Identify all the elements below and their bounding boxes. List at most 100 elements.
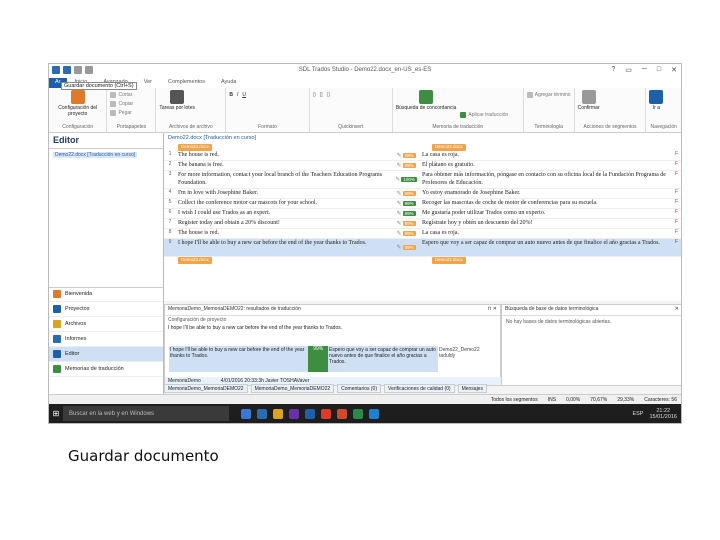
segment-row[interactable]: 8 The house is red. ✎ 99% La casa es roja. F [164, 229, 681, 239]
maximize-icon[interactable]: □ [657, 66, 661, 74]
add-term-button[interactable]: Agregar término [526, 90, 571, 99]
system-tray: ESP 21:22 15/01/2016 [632, 408, 681, 420]
bold-button[interactable]: B [229, 90, 233, 99]
close-icon[interactable]: ✕ [671, 66, 677, 74]
nav-item-editor[interactable]: Editor [49, 347, 163, 362]
document-tab[interactable]: Demo22.docx [Traducción en curso] [168, 135, 256, 141]
segment-flag: F [675, 171, 679, 177]
confirm-label: Confirmar [577, 105, 600, 111]
project-settings-label: Configuración del proyecto [58, 105, 98, 117]
ribbon-group-memoria: Búsqueda de concordancia Aplicar traducc… [393, 88, 524, 132]
stat-2: 70,67% [590, 396, 608, 403]
ribbon-group-configuracion: Configuración del proyecto Configuración [49, 88, 108, 132]
paste-button[interactable]: Pegar [110, 108, 132, 117]
segment-row[interactable]: 9 I hope I'll be able to buy a new car be… [164, 239, 681, 257]
match-badge: 99% [402, 245, 416, 250]
taskbar-app-icon[interactable] [257, 408, 267, 419]
insert-mode: INS [547, 396, 557, 403]
tab-tm-fragment[interactable]: MemoriaDemo_MemoriaDEMO22 [250, 384, 335, 393]
language-indicator[interactable]: ESP [632, 411, 643, 417]
confirm-button[interactable]: Confirmar [578, 90, 600, 111]
italic-button[interactable]: I [237, 90, 238, 99]
segment-target[interactable]: Espero que voy a ser capaz de comprar un… [420, 239, 675, 256]
ribbon-group-portapapeles: Cortar Copiar Pegar Portapapeles [107, 88, 157, 132]
group-label: Archivos de archivo [169, 124, 213, 130]
pencil-icon: ✎ [396, 221, 402, 227]
segment-row[interactable]: 4 I'm in love with Josephine Baker. ✎ 99% Yo… [164, 189, 681, 199]
close-icon[interactable]: ✕ [675, 306, 679, 314]
taskbar-app-icon[interactable] [305, 408, 315, 419]
segment-target[interactable]: Recoger las mascotas de coche de motor d… [420, 199, 675, 208]
segment-row[interactable]: 5 Collect the conference motor car mascot… [164, 199, 681, 209]
help-icon[interactable]: ? [611, 66, 615, 74]
match-badge: 99% [402, 201, 416, 206]
tab-complementos[interactable]: Complementos [160, 78, 213, 88]
apply-translation-button[interactable]: Aplicar traducción [460, 110, 508, 119]
cut-button[interactable]: Cortar [110, 90, 132, 99]
segment-target[interactable]: Para obtener más información, póngase en… [420, 171, 675, 188]
segment-target[interactable]: Me gustaría poder utilizar Trados como u… [420, 209, 675, 218]
minimize-icon[interactable]: ─ [642, 66, 647, 74]
taskbar-app-icon[interactable] [241, 408, 251, 419]
taskbar-app-icon[interactable] [273, 408, 283, 419]
segment-target[interactable]: El plátano es gratuito. [420, 161, 675, 170]
termbase-message: No hay bases de datos terminológicas abi… [506, 319, 612, 325]
tab-tm-results[interactable]: MemoriaDemo_MemoriaDEMO22 [164, 384, 248, 393]
tab-ver[interactable]: Ver [136, 78, 160, 88]
segment-number: 9 [168, 239, 172, 245]
tab-comments[interactable]: Comentarios (0) [337, 384, 382, 393]
segment-flag: F [675, 161, 679, 167]
taskbar-search[interactable]: Buscar en la web y en Windows [63, 406, 229, 421]
nav-item-bienvenida[interactable]: Bienvenida [49, 287, 163, 302]
config-link[interactable]: Configuración de proyecto [165, 316, 500, 324]
pin-icon[interactable]: ⊓ ✕ [488, 306, 497, 314]
segment-target[interactable]: Regístrate hoy y obtén un descuento del … [420, 219, 675, 228]
ribbon-group-navegacion: Ir a Navegación [646, 88, 681, 132]
project-settings-button[interactable]: Configuración del proyecto [52, 90, 103, 117]
match-badge: 99% [402, 221, 416, 226]
nav-label: Informes [65, 336, 87, 342]
nav-item-archivos[interactable]: Archivos [49, 317, 163, 332]
copy-button[interactable]: Copiar [110, 99, 133, 108]
taskbar-app-icon[interactable] [321, 408, 331, 419]
quickinsert-braces-button[interactable]: {} [327, 90, 330, 99]
tm-hit-row[interactable]: I hope I'll be able to buy a new car bef… [169, 346, 494, 372]
tab-messages[interactable]: Mensajes [457, 384, 487, 393]
taskbar-app-icon[interactable] [337, 408, 347, 419]
segment-row[interactable]: 3 For more information, contact your loca… [164, 171, 681, 189]
segment-row[interactable]: 1 The house is red. ✎ 99% La casa es roja. F [164, 151, 681, 161]
tab-qa[interactable]: Verificaciones de calidad (0) [384, 384, 455, 393]
tree-item-document[interactable]: Demo22.docx [Traducción en curso] [53, 152, 138, 158]
taskbar-app-icon[interactable] [353, 408, 363, 419]
segment-number: 2 [168, 161, 172, 167]
segment-source: I wish I could use Trados as an expert. [177, 210, 271, 216]
segment-status: ✎ 99% [392, 151, 420, 160]
segment-row[interactable]: 2 The banana is free. ✎ 99% El plátano es gr… [164, 161, 681, 171]
batch-tasks-button[interactable]: Tareas por lotes [159, 90, 195, 111]
quickinsert-parens-button[interactable]: () [313, 90, 316, 99]
segment-status: ✎ 99% [392, 239, 420, 256]
files-tree: Demo22.docx [Traducción en curso] [49, 149, 163, 288]
clock[interactable]: 21:22 15/01/2016 [649, 408, 677, 420]
tab-ayuda[interactable]: Ayuda [213, 78, 245, 88]
taskbar-app-icon[interactable] [289, 408, 299, 419]
add-term-label: Agregar término [534, 91, 571, 98]
taskbar-app-icon[interactable] [369, 408, 379, 419]
segment-row[interactable]: 6 I wish I could use Trados as an expert.… [164, 209, 681, 219]
goto-button[interactable]: Ir a [649, 90, 664, 111]
segment-filter[interactable]: Todos los segmentos [491, 397, 538, 403]
segment-target[interactable]: La casa es roja. [420, 229, 675, 238]
segment-target[interactable]: Yo estoy enamorado de Josephine Baker. [420, 189, 675, 198]
segment-target[interactable]: La casa es roja. [420, 151, 675, 160]
nav-item-proyectos[interactable]: Proyectos [49, 302, 163, 317]
nav-label: Bienvenida [65, 291, 93, 297]
concordance-search-button[interactable]: Búsqueda de concordancia [396, 90, 456, 111]
reports-icon [53, 335, 61, 343]
underline-button[interactable]: U [242, 90, 246, 99]
windows-start-icon[interactable]: ⊞ [49, 404, 63, 423]
nav-item-memorias[interactable]: Memorias de traducción [49, 362, 163, 377]
segment-row[interactable]: 7 Register today and obtain a 20% discoun… [164, 219, 681, 229]
restore-ribbon-icon[interactable]: ▭ [625, 66, 632, 74]
quickinsert-brackets-button[interactable]: [] [320, 90, 323, 99]
nav-item-informes[interactable]: Informes [49, 332, 163, 347]
